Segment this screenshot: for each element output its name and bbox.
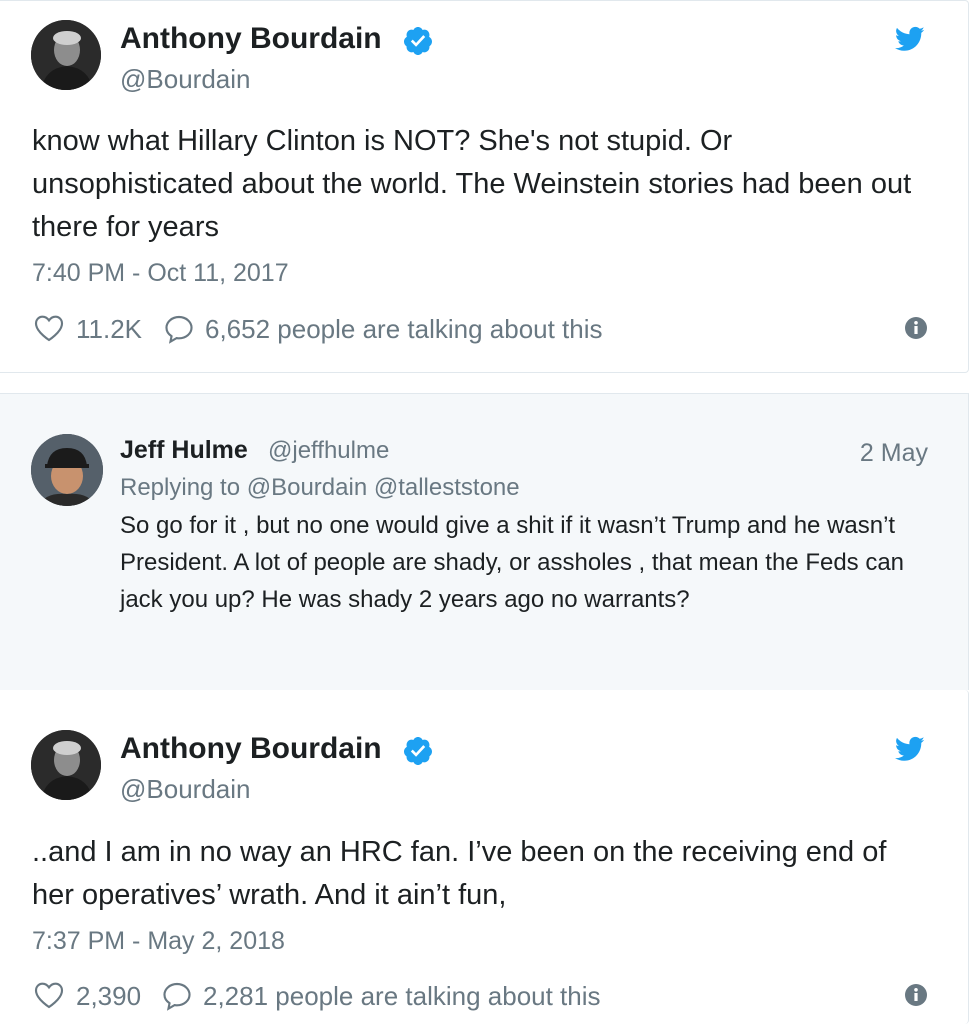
talking-count[interactable]: 2,281 people are talking about this: [203, 979, 601, 1013]
replying-to[interactable]: Replying to @Bourdain @talleststone: [120, 474, 520, 502]
twitter-bird-icon[interactable]: [893, 734, 927, 764]
speech-bubble-icon[interactable]: [162, 313, 196, 345]
verified-badge-icon: [403, 737, 432, 765]
avatar[interactable]: [31, 20, 101, 90]
info-icon[interactable]: [904, 983, 928, 1007]
reply-avatar-photo: [31, 434, 103, 506]
tweet-text: know what Hillary Clinton is NOT? She's …: [32, 125, 912, 243]
speech-bubble-icon[interactable]: [160, 980, 194, 1012]
tweet-timestamp[interactable]: 7:37 PM - May 2, 2018: [32, 927, 285, 956]
like-count[interactable]: 2,390: [76, 979, 141, 1013]
like-count[interactable]: 11.2K: [76, 312, 142, 346]
avatar-photo: [31, 20, 101, 90]
reply-date[interactable]: 2 May: [860, 439, 928, 468]
reply-author-name[interactable]: Jeff Hulme: [120, 436, 248, 465]
reply-avatar[interactable]: [31, 434, 103, 506]
author-name[interactable]: Anthony Bourdain: [120, 22, 382, 56]
tweet-timestamp[interactable]: 7:40 PM - Oct 11, 2017: [32, 259, 289, 288]
tweet-text: ..and I am in no way an HRC fan. I’ve be…: [32, 836, 887, 911]
reply-text: So go for it , but no one would give a s…: [120, 512, 905, 613]
tweet-actions: 11.2K 6,652 people are talking about thi…: [32, 312, 928, 348]
avatar[interactable]: [31, 730, 101, 800]
tweet-actions: 2,390 2,281 people are talking about thi…: [32, 979, 928, 1015]
tweet-card[interactable]: Anthony Bourdain @Bourdain know what Hil…: [0, 0, 969, 373]
author-handle[interactable]: @Bourdain: [120, 64, 250, 95]
verified-badge-icon: [403, 27, 432, 55]
author-name[interactable]: Anthony Bourdain: [120, 732, 382, 766]
heart-icon[interactable]: [32, 979, 66, 1011]
reply-author-handle[interactable]: @jeffhulme: [268, 437, 389, 465]
twitter-bird-icon[interactable]: [893, 24, 927, 54]
heart-icon[interactable]: [32, 312, 66, 344]
talking-count[interactable]: 6,652 people are talking about this: [205, 312, 603, 346]
avatar-photo: [31, 730, 101, 800]
tweet-card[interactable]: Anthony Bourdain @Bourdain ..and I am in…: [0, 690, 969, 1024]
author-handle[interactable]: @Bourdain: [120, 774, 250, 805]
info-icon[interactable]: [904, 316, 928, 340]
reply-card[interactable]: Jeff Hulme @jeffhulme 2 May Replying to …: [0, 393, 969, 690]
